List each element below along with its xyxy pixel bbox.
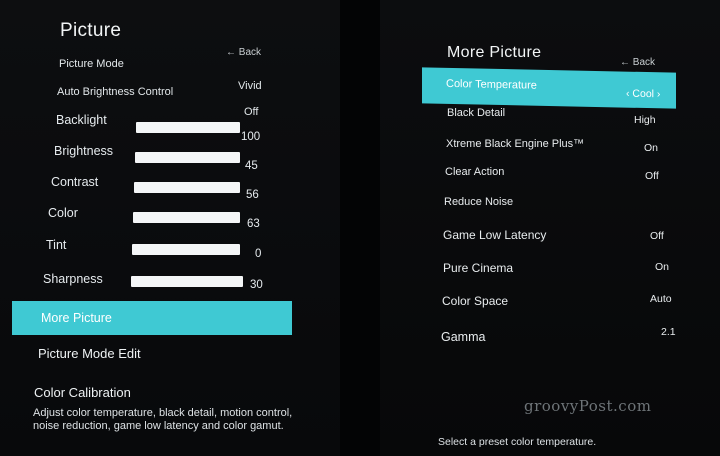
picture-title: Picture [60,20,122,41]
color-value: 63 [247,218,260,230]
sharpness-slider[interactable] [131,276,243,287]
left-description: Adjust color temperature, black detail, … [33,407,293,432]
tint-label: Tint [46,238,67,252]
contrast-label: Contrast [51,175,99,189]
clear-action-label[interactable]: Clear Action [445,166,504,178]
color-slider[interactable] [133,212,240,223]
pure-cinema-label[interactable]: Pure Cinema [443,261,513,275]
color-calibration-menu-item[interactable]: Color Calibration [34,385,131,400]
tint-value: 0 [255,248,262,260]
more-picture-menu-item[interactable]: More Picture [12,301,292,335]
picture-mode-label[interactable]: Picture Mode [59,58,124,70]
contrast-slider[interactable] [134,182,240,193]
picture-mode-edit-menu-item[interactable]: Picture Mode Edit [38,346,141,361]
contrast-value: 56 [246,189,259,201]
backlight-label: Backlight [56,113,107,127]
color-temperature-label: Color Temperature [446,77,537,92]
more-picture-panel: More Picture ← Back Color Temperature ‹ … [380,0,720,456]
xtreme-black-engine-value[interactable]: On [644,142,658,154]
game-low-latency-value[interactable]: Off [650,230,664,242]
right-description: Select a preset color temperature. [438,436,597,448]
game-low-latency-label[interactable]: Game Low Latency [443,228,546,242]
color-label: Color [48,206,78,220]
color-temperature-menu-item[interactable]: Color Temperature ‹ Cool › [422,67,676,109]
right-back-button[interactable]: ← Back [620,57,655,68]
xtreme-black-engine-label[interactable]: Xtreme Black Engine Plus™ [446,138,584,150]
color-space-value[interactable]: Auto [650,293,672,305]
pure-cinema-value[interactable]: On [655,261,669,273]
backlight-slider[interactable] [136,122,240,133]
brightness-value: 45 [245,160,258,172]
gamma-label[interactable]: Gamma [441,330,485,344]
tint-slider[interactable] [132,244,240,255]
backlight-value: 100 [241,131,261,143]
gamma-value[interactable]: 2.1 [661,326,676,338]
auto-brightness-value[interactable]: Off [244,106,258,118]
watermark: groovyPost.com [524,397,652,415]
more-picture-label: More Picture [41,311,112,325]
black-detail-value[interactable]: High [634,114,656,126]
brightness-slider[interactable] [135,152,240,163]
black-detail-label[interactable]: Black Detail [447,107,505,119]
auto-brightness-label[interactable]: Auto Brightness Control [57,86,173,98]
brightness-label: Brightness [54,144,114,158]
color-space-label[interactable]: Color Space [442,294,508,308]
more-picture-title: More Picture [447,44,542,61]
picture-mode-value[interactable]: Vivid [238,80,262,92]
sharpness-value: 30 [250,279,263,291]
picture-panel: Picture ← Back Picture Mode Vivid Auto B… [0,0,340,456]
back-button[interactable]: ← Back [226,47,261,58]
clear-action-value[interactable]: Off [645,170,659,182]
color-temperature-value[interactable]: ‹ Cool › [626,88,660,101]
sharpness-label: Sharpness [43,272,103,286]
reduce-noise-label[interactable]: Reduce Noise [444,196,513,208]
